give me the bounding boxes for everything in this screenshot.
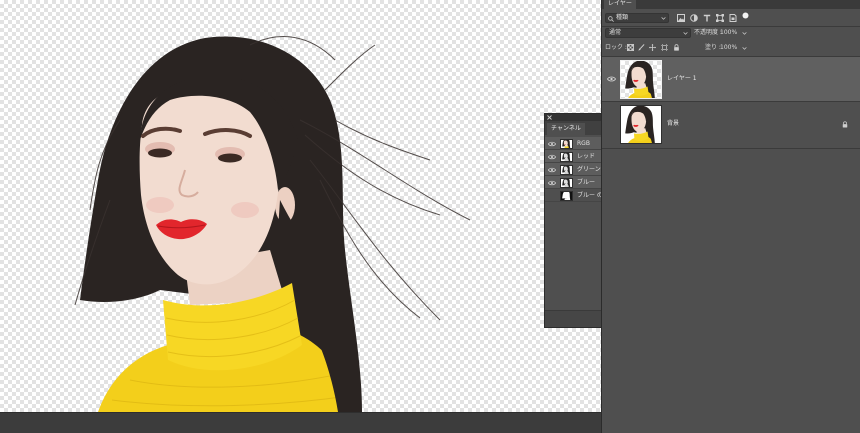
channel-label: ブルー の <box>577 192 601 199</box>
lock-all-icon[interactable] <box>673 44 680 51</box>
layer-row[interactable]: レイヤー 1 <box>602 57 860 101</box>
chevron-down-icon <box>683 31 688 35</box>
channel-label: RGB <box>577 140 590 147</box>
layer-name[interactable]: レイヤー 1 <box>667 74 697 84</box>
flyaway-strand <box>334 119 431 161</box>
divider <box>602 148 860 149</box>
visibility-toggle-empty[interactable] <box>606 120 616 128</box>
fill-input[interactable]: 100% <box>720 43 737 53</box>
left-cheek-blush <box>146 197 174 213</box>
channels-panel-header[interactable] <box>545 114 601 121</box>
canvas[interactable] <box>0 0 601 412</box>
channel-label: レッド <box>577 153 596 160</box>
type-filter-icon[interactable] <box>703 14 711 22</box>
channels-panel-footer <box>545 310 601 327</box>
layer-kind-filter-dropdown[interactable]: 種類 <box>605 13 669 23</box>
blend-mode-value: 通常 <box>609 29 622 36</box>
channel-row-blue[interactable]: ブルー <box>545 176 601 189</box>
opacity-label: 不透明度 : <box>694 29 722 36</box>
lock-label: ロック : <box>605 44 627 51</box>
eye-icon[interactable] <box>548 180 556 186</box>
lock-position-icon[interactable] <box>649 44 656 51</box>
channels-panel[interactable]: チャンネル RGB レッド グリーン ブルー ブルー の <box>545 114 601 327</box>
lock-image-pixels-icon[interactable] <box>638 44 645 51</box>
channel-label: グリーン <box>577 166 601 173</box>
filter-toggle-icon[interactable] <box>742 12 749 19</box>
chevron-down-icon[interactable] <box>742 32 747 35</box>
layers-tab-bar: レイヤー <box>602 0 860 9</box>
channel-row-blue-copy[interactable]: ブルー の <box>545 189 601 202</box>
channel-row-rgb[interactable]: RGB <box>545 137 601 150</box>
eye-icon[interactable] <box>548 167 556 173</box>
layer-row[interactable]: 背景 <box>602 102 860 147</box>
eye-icon[interactable] <box>548 141 556 147</box>
woman-cutout-image <box>74 36 471 412</box>
left-eye <box>148 148 172 158</box>
layer-thumbnail <box>620 60 662 99</box>
layer-name[interactable]: 背景 <box>667 119 679 129</box>
tab-layers-label: レイヤー <box>608 0 632 7</box>
blend-mode-dropdown[interactable]: 通常 <box>605 28 691 38</box>
close-icon-glyph <box>547 115 552 120</box>
layer-thumbnail <box>620 105 662 144</box>
close-icon[interactable] <box>547 115 552 120</box>
chevron-down-icon[interactable] <box>742 47 747 50</box>
channel-thumbnail <box>560 177 573 188</box>
document-status-bar <box>0 412 601 433</box>
lock-icon <box>842 121 848 128</box>
channel-thumbnail <box>560 151 573 162</box>
channel-label: ブルー <box>577 179 596 186</box>
flyaway-strand <box>324 44 376 91</box>
image-filter-icon[interactable] <box>677 14 685 22</box>
chevron-down-icon <box>661 16 666 20</box>
layer-kind-filter-label: 種類 <box>616 14 629 21</box>
search-icon <box>608 15 614 22</box>
channels-tab-bar: チャンネル <box>545 121 601 135</box>
right-cheek-blush <box>231 202 259 218</box>
tab-channels[interactable]: チャンネル <box>547 123 585 135</box>
lock-transparent-pixels-icon[interactable] <box>627 44 634 51</box>
fill-label: 塗り : <box>705 44 721 51</box>
lock-artboard-icon[interactable] <box>661 44 668 51</box>
adjustment-filter-icon[interactable] <box>690 14 698 22</box>
smart-object-filter-icon[interactable] <box>729 14 737 22</box>
tab-channels-label: チャンネル <box>551 125 581 132</box>
channel-row-green[interactable]: グリーン <box>545 163 601 176</box>
layers-panel[interactable]: レイヤー 種類 通常 不透明度 : 100% ロック : 塗り : 100% レ… <box>601 0 860 433</box>
shape-filter-icon[interactable] <box>716 14 724 22</box>
tab-layers[interactable]: レイヤー <box>604 0 636 9</box>
eye-icon[interactable] <box>607 76 616 82</box>
divider <box>602 26 860 27</box>
channel-thumbnail <box>560 190 573 201</box>
opacity-input[interactable]: 100% <box>720 28 737 38</box>
right-eye <box>218 153 242 163</box>
channel-row-red[interactable]: レッド <box>545 150 601 163</box>
channel-thumbnail <box>560 164 573 175</box>
document-window <box>0 0 601 433</box>
channel-thumbnail <box>560 138 573 149</box>
eye-icon[interactable] <box>548 154 556 160</box>
